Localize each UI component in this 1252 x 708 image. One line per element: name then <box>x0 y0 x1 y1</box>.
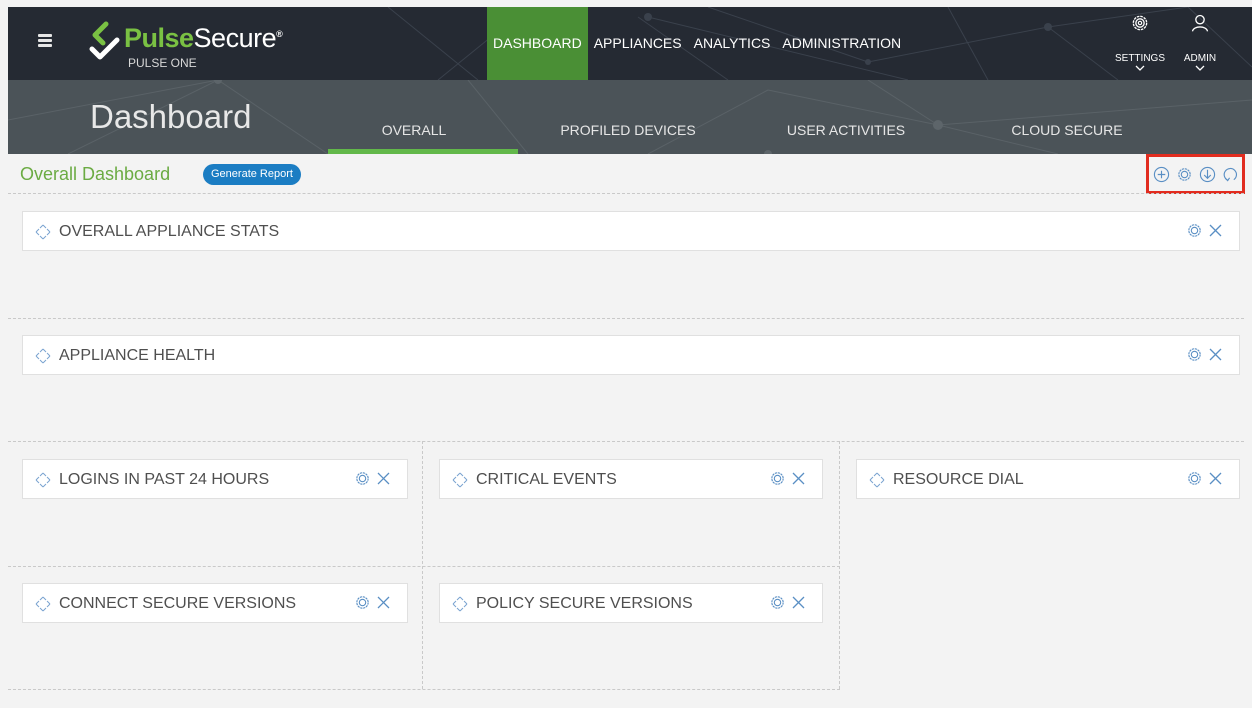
widget-settings-icon[interactable] <box>769 594 786 611</box>
nav-dashboard[interactable]: DASHBOARD <box>487 7 588 80</box>
column-divider <box>422 441 423 689</box>
brand-name-part1: Pulse <box>124 23 194 53</box>
move-icon[interactable] <box>452 472 468 488</box>
section-divider <box>8 566 840 567</box>
widget-settings-icon[interactable] <box>1186 470 1203 487</box>
move-icon[interactable] <box>452 596 468 612</box>
widget-close-icon[interactable] <box>792 472 805 485</box>
widget-title: CRITICAL EVENTS <box>476 471 617 488</box>
product-name: PULSE ONE <box>128 56 197 70</box>
settings-menu[interactable]: SETTINGS <box>1112 7 1168 80</box>
menu-icon[interactable] <box>38 34 52 49</box>
section-divider <box>8 318 1244 319</box>
widget-title: OVERALL APPLIANCE STATS <box>59 223 280 240</box>
section-divider <box>8 441 1244 442</box>
widget-logins-past-24-hours: LOGINS IN PAST 24 HOURS <box>22 459 408 499</box>
widget-close-icon[interactable] <box>1209 224 1222 237</box>
widget-appliance-health: APPLIANCE HEALTH <box>22 335 1240 375</box>
widget-overall-appliance-stats: OVERALL APPLIANCE STATS <box>22 211 1240 251</box>
widget-policy-secure-versions: POLICY SECURE VERSIONS <box>439 583 823 623</box>
tab-profiled-devices[interactable]: PROFILED DEVICES <box>560 122 695 138</box>
widget-critical-events: CRITICAL EVENTS <box>439 459 823 499</box>
widget-close-icon[interactable] <box>792 596 805 609</box>
gear-icon <box>1132 15 1148 31</box>
dashboard-toolbar <box>1146 154 1245 194</box>
nav-analytics[interactable]: ANALYTICS <box>688 7 777 80</box>
widget-title: POLICY SECURE VERSIONS <box>476 595 693 612</box>
widget-close-icon[interactable] <box>377 596 390 609</box>
column-divider <box>839 441 840 689</box>
chevron-down-icon <box>1135 65 1145 71</box>
download-icon[interactable] <box>1197 164 1217 184</box>
move-icon[interactable] <box>35 472 51 488</box>
page-title: Dashboard <box>90 98 252 135</box>
brand-wordmark: PulseSecure® <box>124 23 283 54</box>
move-icon[interactable] <box>35 224 51 240</box>
top-header: PulseSecure® PULSE ONE DASHBOARD APPLIAN… <box>8 7 1252 80</box>
nav-administration[interactable]: ADMINISTRATION <box>776 7 907 80</box>
move-icon[interactable] <box>35 348 51 364</box>
widget-title: CONNECT SECURE VERSIONS <box>59 595 297 612</box>
generate-report-button[interactable]: Generate Report <box>203 164 301 185</box>
add-widget-icon[interactable] <box>1151 164 1171 184</box>
widget-settings-icon[interactable] <box>769 470 786 487</box>
pulse-logo-mark-icon <box>89 21 120 60</box>
widget-close-icon[interactable] <box>1209 348 1222 361</box>
user-icon <box>1191 14 1209 32</box>
settings-label: SETTINGS <box>1114 53 1165 64</box>
main-nav: DASHBOARD APPLIANCES ANALYTICS ADMINISTR… <box>487 7 907 80</box>
widget-title: LOGINS IN PAST 24 HOURS <box>59 471 270 488</box>
chevron-down-icon <box>1195 65 1205 71</box>
widget-title: APPLIANCE HEALTH <box>59 347 216 364</box>
refresh-icon[interactable] <box>1220 164 1240 184</box>
widget-settings-icon[interactable] <box>354 594 371 611</box>
dashboard-title: Overall Dashboard <box>20 164 171 184</box>
tab-overall[interactable]: OVERALL <box>382 122 447 138</box>
brand-name-part2: Secure <box>193 23 277 53</box>
sub-header: Dashboard OVERALL PROFILED DEVICES USER … <box>8 80 1252 154</box>
nav-appliances[interactable]: APPLIANCES <box>588 7 688 80</box>
widget-settings-icon[interactable] <box>1186 222 1203 239</box>
widget-connect-secure-versions: CONNECT SECURE VERSIONS <box>22 583 408 623</box>
settings-icon[interactable] <box>1174 164 1194 184</box>
section-divider <box>8 689 840 690</box>
widget-resource-dial: RESOURCE DIAL <box>856 459 1240 499</box>
tab-cloud-secure[interactable]: CLOUD SECURE <box>1011 122 1122 138</box>
move-icon[interactable] <box>35 596 51 612</box>
widget-close-icon[interactable] <box>377 472 390 485</box>
widget-settings-icon[interactable] <box>354 470 371 487</box>
tab-user-activities[interactable]: USER ACTIVITIES <box>787 122 905 138</box>
admin-menu[interactable]: ADMIN <box>1172 7 1228 80</box>
widget-title: RESOURCE DIAL <box>893 471 1024 488</box>
move-icon[interactable] <box>869 472 885 488</box>
registered-mark: ® <box>276 29 283 39</box>
widget-settings-icon[interactable] <box>1186 346 1203 363</box>
widget-close-icon[interactable] <box>1209 472 1222 485</box>
active-tab-indicator <box>328 149 518 154</box>
section-divider <box>8 193 1244 194</box>
admin-label: ADMIN <box>1183 53 1217 64</box>
